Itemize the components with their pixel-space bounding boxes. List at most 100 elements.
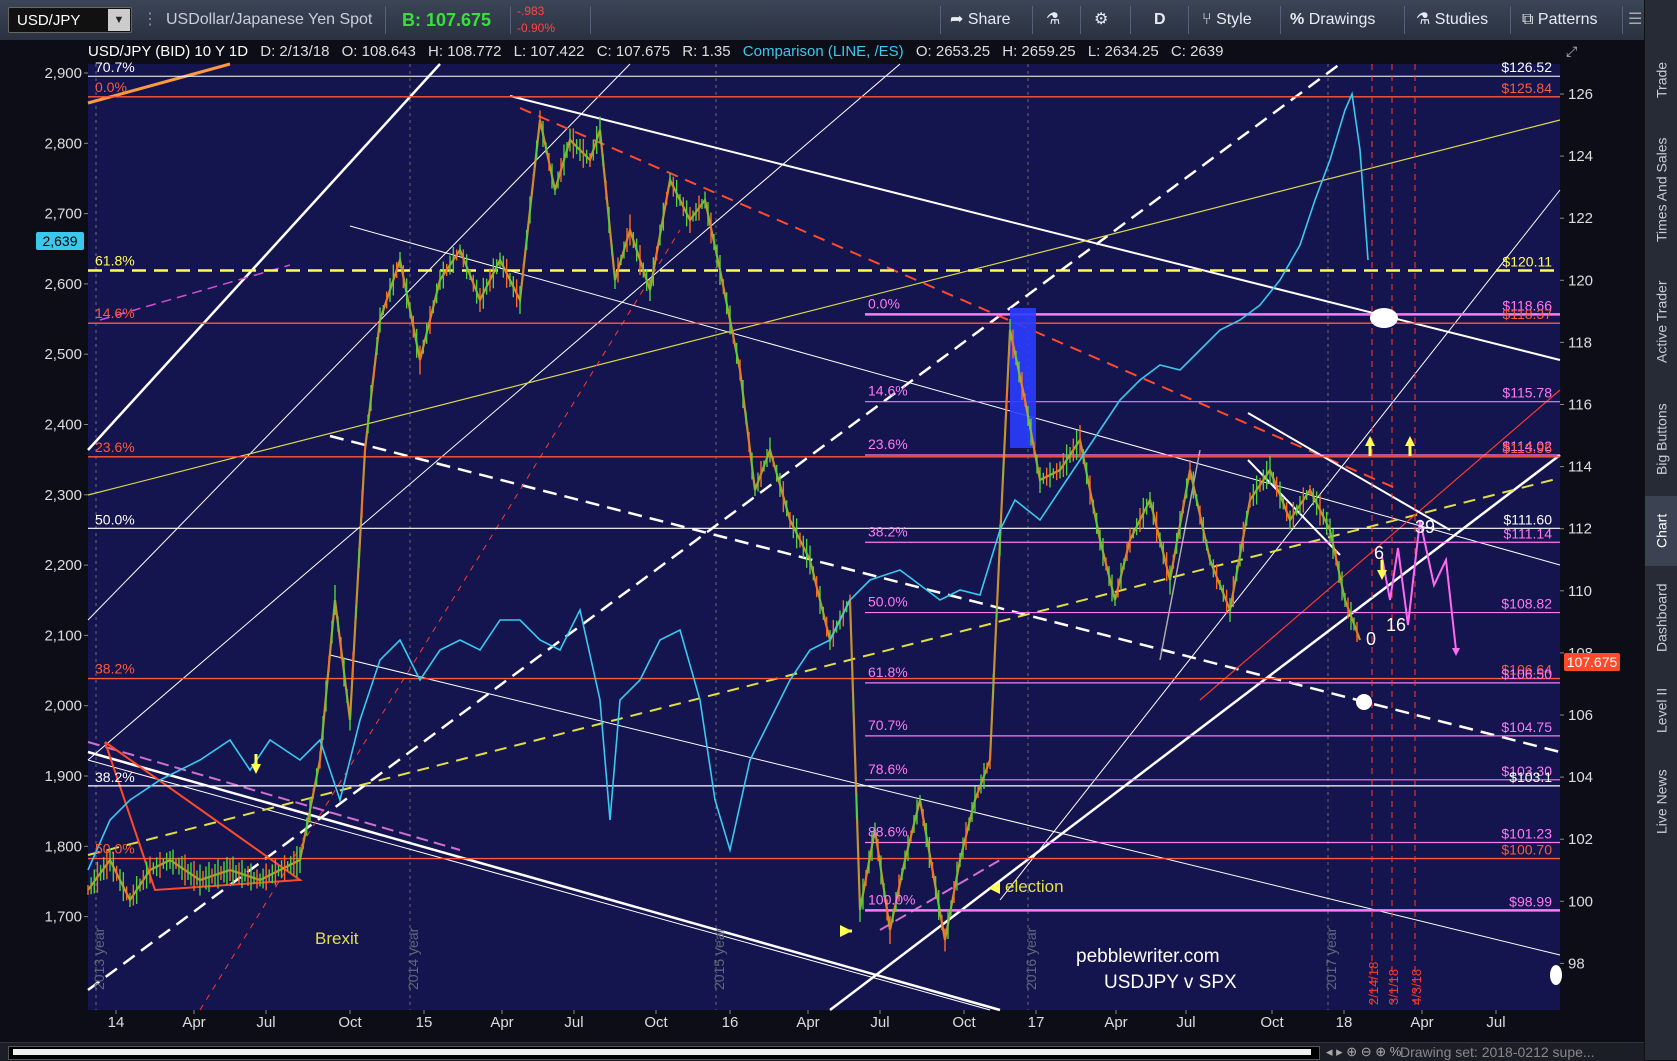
- year-marker-label: 2015 year: [711, 927, 727, 990]
- right-axis-label: 102: [1568, 831, 1593, 848]
- chart-subtitle: USDJPY v SPX: [1104, 972, 1237, 993]
- price-level-label: $126.52: [1501, 59, 1552, 75]
- drawing-set-label[interactable]: Drawing set: 2018-0212 supe...: [1400, 1043, 1595, 1061]
- marker-dot: [1370, 308, 1398, 328]
- top-toolbar: USD/JPY ▼ ⋮ USDollar/Japanese Yen Spot B…: [0, 0, 1644, 41]
- style-icon: ⑂: [1202, 11, 1212, 28]
- cmp-last: C: 2639: [1170, 43, 1224, 60]
- symbol-description: USDollar/Japanese Yen Spot: [166, 11, 373, 28]
- flask-icon[interactable]: ⚗: [1046, 0, 1060, 40]
- chart-scrollbar[interactable]: [8, 1046, 1320, 1060]
- right-axis-label: 118: [1568, 334, 1592, 351]
- left-axis-label: 2,900: [44, 65, 82, 82]
- left-axis-label: 2,200: [44, 557, 82, 574]
- chevron-down-icon[interactable]: ▼: [108, 9, 130, 31]
- fib-label-white: 38.2%: [95, 769, 135, 785]
- bar-date: D: 2/13/18: [260, 43, 330, 60]
- tab-times-and-sales[interactable]: Times And Sales: [1645, 120, 1677, 260]
- bottom-bar: ◂ ▸ ⊕ ⊖ ⊕ % Drawing set: 2018-0212 supe.…: [0, 1042, 1644, 1061]
- fib-label-white: 50.0%: [95, 511, 135, 527]
- zoom-controls-icon[interactable]: ◂ ▸ ⊕ ⊖ ⊕ %: [1326, 1043, 1401, 1061]
- highlight-box: [1010, 308, 1036, 448]
- right-axis-label: 112: [1568, 521, 1592, 538]
- right-axis-label: 126: [1568, 86, 1593, 103]
- left-axis-label: 1,800: [44, 838, 82, 855]
- election-label: election: [1005, 877, 1064, 896]
- right-axis-label: 122: [1568, 210, 1593, 227]
- left-axis-label: 2,300: [44, 487, 82, 504]
- chart-canvas[interactable]: 2,900 2,800 2,700 2,600 2,500 2,400 2,300 2,200…: [0, 40, 1644, 1042]
- timeframe-button[interactable]: D: [1154, 0, 1166, 40]
- patterns-button[interactable]: ⧉ Patterns: [1522, 0, 1597, 40]
- price-chart[interactable]: 2,900 2,800 2,700 2,600 2,500 2,400 2,300 2,200…: [0, 40, 1644, 1042]
- studies-button[interactable]: ⚗ Studies: [1416, 0, 1488, 40]
- cmp-low: L: 2634.25: [1087, 43, 1159, 60]
- left-axis-label: 2,800: [44, 135, 82, 152]
- left-axis-label: 2,500: [44, 346, 82, 363]
- tab-active-trader[interactable]: Active Trader: [1645, 262, 1677, 382]
- fib-label-magenta: 70.7%: [868, 717, 908, 733]
- tab-chart[interactable]: Chart: [1645, 496, 1677, 566]
- right-axis-label: 104: [1568, 769, 1593, 786]
- patterns-label: Patterns: [1537, 11, 1598, 28]
- bar-low: L: 107.422: [513, 43, 585, 60]
- drawings-button[interactable]: % Drawings: [1290, 0, 1375, 40]
- date-marker-label: 2/14/18: [1366, 962, 1381, 1005]
- price-level-label: $104.75: [1501, 719, 1552, 735]
- fib-label-magenta: 100.0%: [868, 891, 915, 907]
- cmp-high: H: 2659.25: [1002, 43, 1076, 60]
- share-button[interactable]: ➦ Share: [950, 0, 1011, 40]
- x-axis-label: Jul: [256, 1014, 275, 1031]
- x-axis-label: 18: [1336, 1014, 1353, 1031]
- x-axis-label: Apr: [1104, 1014, 1127, 1031]
- x-axis-label: Jul: [1176, 1014, 1195, 1031]
- x-axis-label: 17: [1028, 1014, 1045, 1031]
- date-marker-label: 4/3/18: [1409, 969, 1424, 1005]
- x-axis-label: Oct: [952, 1014, 976, 1031]
- price-level-label: $113.96: [1502, 440, 1552, 456]
- comparison-label: Comparison (LINE, /ES): [742, 43, 904, 60]
- tab-big-buttons[interactable]: Big Buttons: [1645, 384, 1677, 494]
- right-axis-label: 116: [1568, 397, 1592, 414]
- year-marker-label: 2013 year: [91, 927, 107, 990]
- bar-high: H: 108.772: [428, 43, 502, 60]
- chart-info-bar: USD/JPY (BID) 10 Y 1D D: 2/13/18 O: 108.…: [88, 41, 1231, 63]
- x-axis-label: Oct: [1260, 1014, 1284, 1031]
- fib-label-magenta: 38.2%: [868, 523, 908, 539]
- fib-label-orange: 14.6%: [95, 305, 135, 321]
- bar-close: C: 107.675: [596, 43, 671, 60]
- price-level-label: $120.11: [1502, 253, 1552, 269]
- fib-label-magenta: 0.0%: [868, 295, 900, 311]
- change-value: -.983: [517, 4, 545, 18]
- menu-icon[interactable]: ☰: [1628, 0, 1642, 40]
- flask-icon: ⚗: [1416, 11, 1431, 28]
- bar-range: R: 1.35: [682, 43, 731, 60]
- price-level-label: $125.84: [1501, 80, 1552, 96]
- tab-live-news[interactable]: Live News: [1645, 752, 1677, 852]
- brexit-label: Brexit: [315, 929, 359, 948]
- fib-label-magenta: 78.6%: [868, 761, 908, 777]
- tab-trade[interactable]: Trade: [1645, 40, 1677, 120]
- tab-dashboard[interactable]: Dashboard: [1645, 568, 1677, 668]
- bar-open: O: 108.643: [341, 43, 416, 60]
- tab-level-ii[interactable]: Level II: [1645, 670, 1677, 750]
- style-button[interactable]: ⑂ Style: [1202, 0, 1252, 40]
- symbol-input[interactable]: USD/JPY ▼: [8, 7, 132, 33]
- fib-label-magenta: 61.8%: [868, 664, 908, 680]
- percent-icon: %: [1290, 11, 1305, 28]
- style-label: Style: [1216, 11, 1252, 28]
- marker-dot: [1550, 965, 1562, 985]
- right-axis-label: 106: [1568, 707, 1593, 724]
- price-level-label: $115.78: [1502, 385, 1552, 401]
- gear-icon[interactable]: ⚙: [1094, 0, 1108, 40]
- left-axis-label: 2,100: [44, 627, 82, 644]
- left-axis-label: 2,600: [44, 276, 82, 293]
- scroll-thumb[interactable]: [13, 1049, 1311, 1055]
- price-level-label: $118.37: [1502, 306, 1552, 322]
- chart-name: USD/JPY (BID) 10 Y 1D: [88, 43, 249, 60]
- x-axis-label: Jul: [564, 1014, 583, 1031]
- wave-label: 16: [1386, 615, 1406, 635]
- year-marker-label: 2017 year: [1323, 927, 1339, 990]
- grip-icon[interactable]: ⋮: [142, 0, 158, 40]
- x-axis-label: Apr: [182, 1014, 205, 1031]
